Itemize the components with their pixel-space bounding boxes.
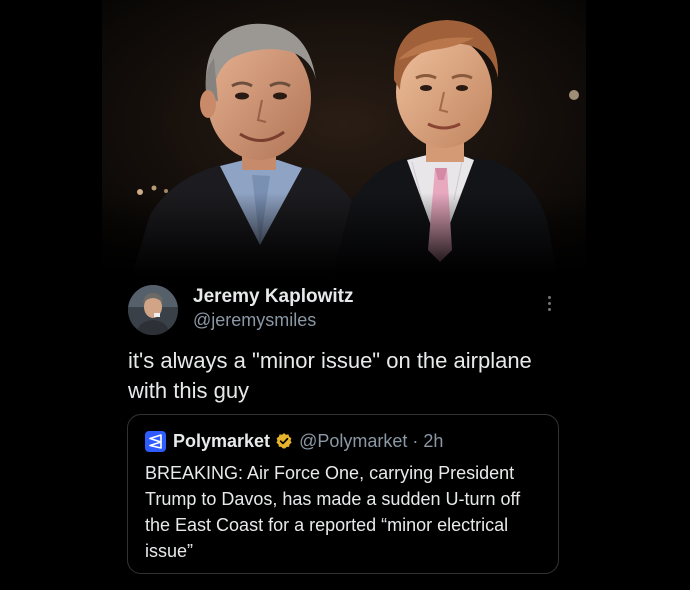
tweet-photo[interactable] (102, 0, 586, 275)
more-dot (547, 301, 551, 305)
author-handle[interactable]: @jeremysmiles (193, 310, 316, 331)
quoted-tweet-text: BREAKING: Air Force One, carrying Presid… (145, 463, 521, 561)
more-dot (547, 295, 551, 299)
more-dot (547, 307, 551, 311)
tweet-screenshot: Jeremy Kaplowitz @jeremysmiles it's alwa… (0, 0, 690, 590)
polymarket-logo-icon (145, 430, 166, 452)
quoted-author-name[interactable]: Polymarket (173, 431, 270, 452)
author-name[interactable]: Jeremy Kaplowitz (193, 286, 354, 308)
verified-badge-icon (275, 432, 293, 450)
photo-image (102, 0, 586, 275)
quoted-tweet-card[interactable]: Polymarket @Polymarket · 2h BREAKING: Ai… (127, 414, 559, 574)
quoted-tweet-time[interactable]: 2h (423, 431, 443, 452)
author-avatar[interactable] (128, 285, 178, 335)
separator-dot: · (412, 430, 419, 451)
quoted-tweet-header: Polymarket @Polymarket · 2h (145, 429, 443, 453)
tweet-text: it's always a "minor issue" on the airpl… (128, 348, 532, 403)
user-avatar-icon (128, 285, 178, 335)
more-options-icon[interactable] (540, 290, 558, 316)
quoted-author-handle[interactable]: @Polymarket (299, 431, 407, 452)
